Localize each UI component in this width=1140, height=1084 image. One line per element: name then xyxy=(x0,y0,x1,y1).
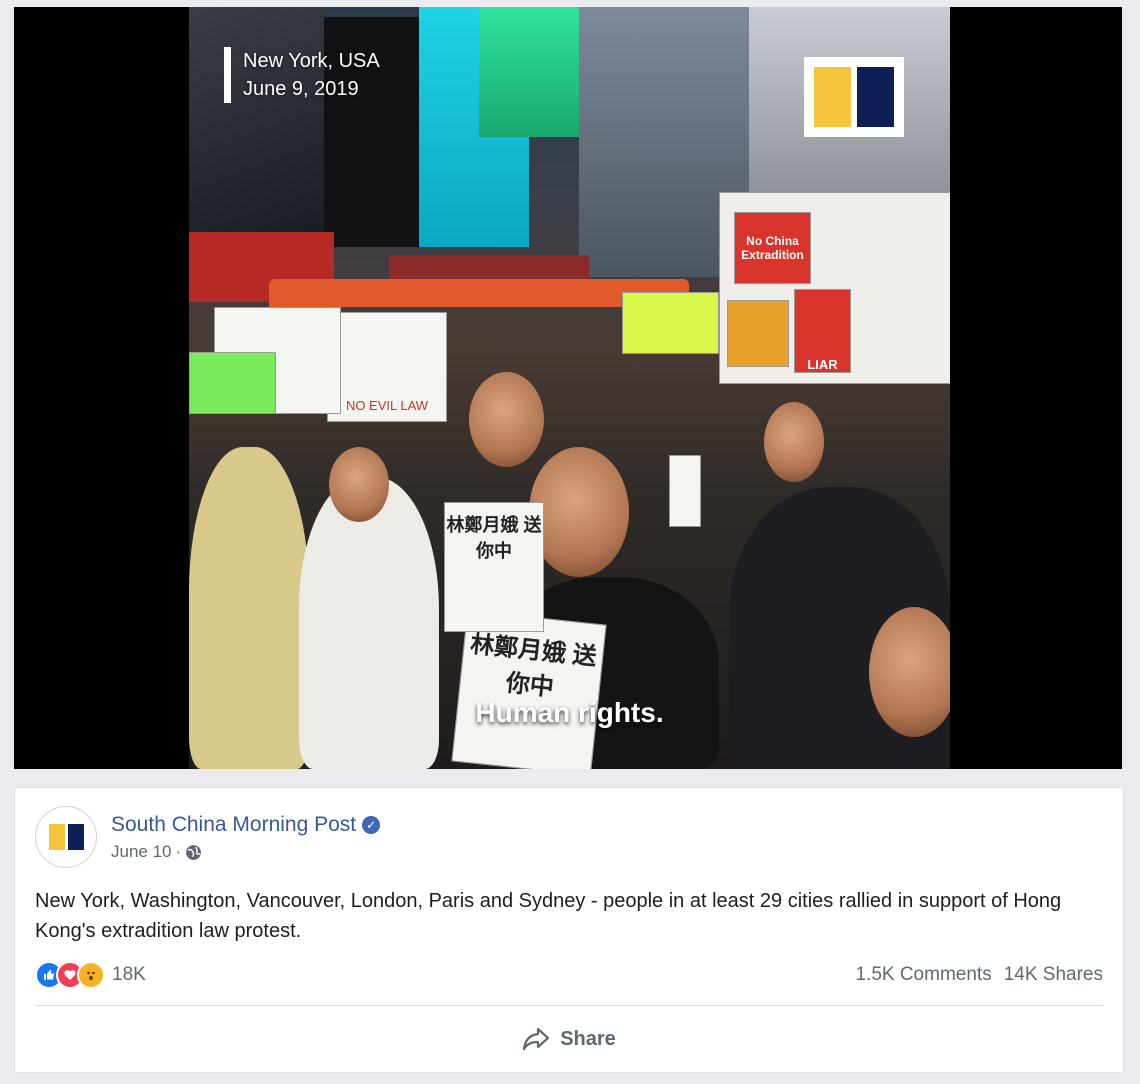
billboard-green xyxy=(479,7,579,137)
scmp-logo-icon xyxy=(804,57,904,137)
wow-reaction-icon xyxy=(77,961,105,989)
protest-sign-no-china-extradition: No China Extradition xyxy=(734,212,811,284)
comments-count-link[interactable]: 1.5K Comments xyxy=(855,964,991,986)
reaction-count: 18K xyxy=(112,964,146,985)
video-player[interactable]: No China Extradition LIAR NO EVIL LAW 林鄭… xyxy=(14,7,1122,769)
verified-badge-icon: ✓ xyxy=(362,816,381,834)
location-text: New York, USA xyxy=(243,50,380,72)
video-frame: No China Extradition LIAR NO EVIL LAW 林鄭… xyxy=(189,7,950,769)
logo-navy-block xyxy=(857,67,894,127)
billboard-left xyxy=(189,7,324,267)
avatar-navy-block xyxy=(67,824,84,850)
protest-sign-green xyxy=(189,352,276,414)
post-card: South China Morning Post ✓ June 10 · New… xyxy=(14,787,1124,1073)
post-date[interactable]: June 10 xyxy=(111,842,172,862)
protest-sign-small xyxy=(669,455,701,527)
action-divider xyxy=(35,1005,1103,1006)
reaction-summary[interactable]: 18K xyxy=(35,961,146,989)
globe-icon[interactable] xyxy=(185,844,202,861)
protest-sign-lime xyxy=(622,292,719,354)
video-subtitle: Human rights. xyxy=(475,697,664,728)
protest-sign-lam: 林鄭月娥 送你中 xyxy=(451,610,607,769)
meta-separator: · xyxy=(175,842,182,861)
location-caption: New York, USA June 9, 2019 xyxy=(224,47,380,103)
post-meta: June 10 · xyxy=(111,842,202,862)
page-name-link[interactable]: South China Morning Post ✓ xyxy=(111,813,381,837)
protest-sign-yellow xyxy=(727,300,789,367)
engagement-stats: 1.5K Comments 14K Shares xyxy=(855,964,1103,986)
protest-sign-liar: LIAR xyxy=(794,289,851,373)
page-avatar[interactable] xyxy=(35,806,97,868)
protest-sign-no-evil-law: NO EVIL LAW xyxy=(327,312,447,422)
logo-yellow-block xyxy=(814,67,851,127)
protest-sign-lam-2: 林鄭月娥 送你中 xyxy=(444,502,544,632)
person-head xyxy=(469,372,544,467)
person-head xyxy=(529,447,629,577)
nuchas-sign xyxy=(389,255,589,279)
date-text: June 9, 2019 xyxy=(243,78,359,100)
share-button[interactable]: Share xyxy=(35,1010,1103,1068)
person-head xyxy=(329,447,389,522)
person-head xyxy=(764,402,824,482)
avatar-yellow-block xyxy=(48,824,65,850)
post-message: New York, Washington, Vancouver, London,… xyxy=(35,890,1062,942)
share-arrow-icon xyxy=(523,1027,550,1051)
page-name-text: South China Morning Post xyxy=(111,813,357,836)
share-label: Share xyxy=(560,1027,616,1050)
shares-count-link[interactable]: 14K Shares xyxy=(1004,964,1103,986)
